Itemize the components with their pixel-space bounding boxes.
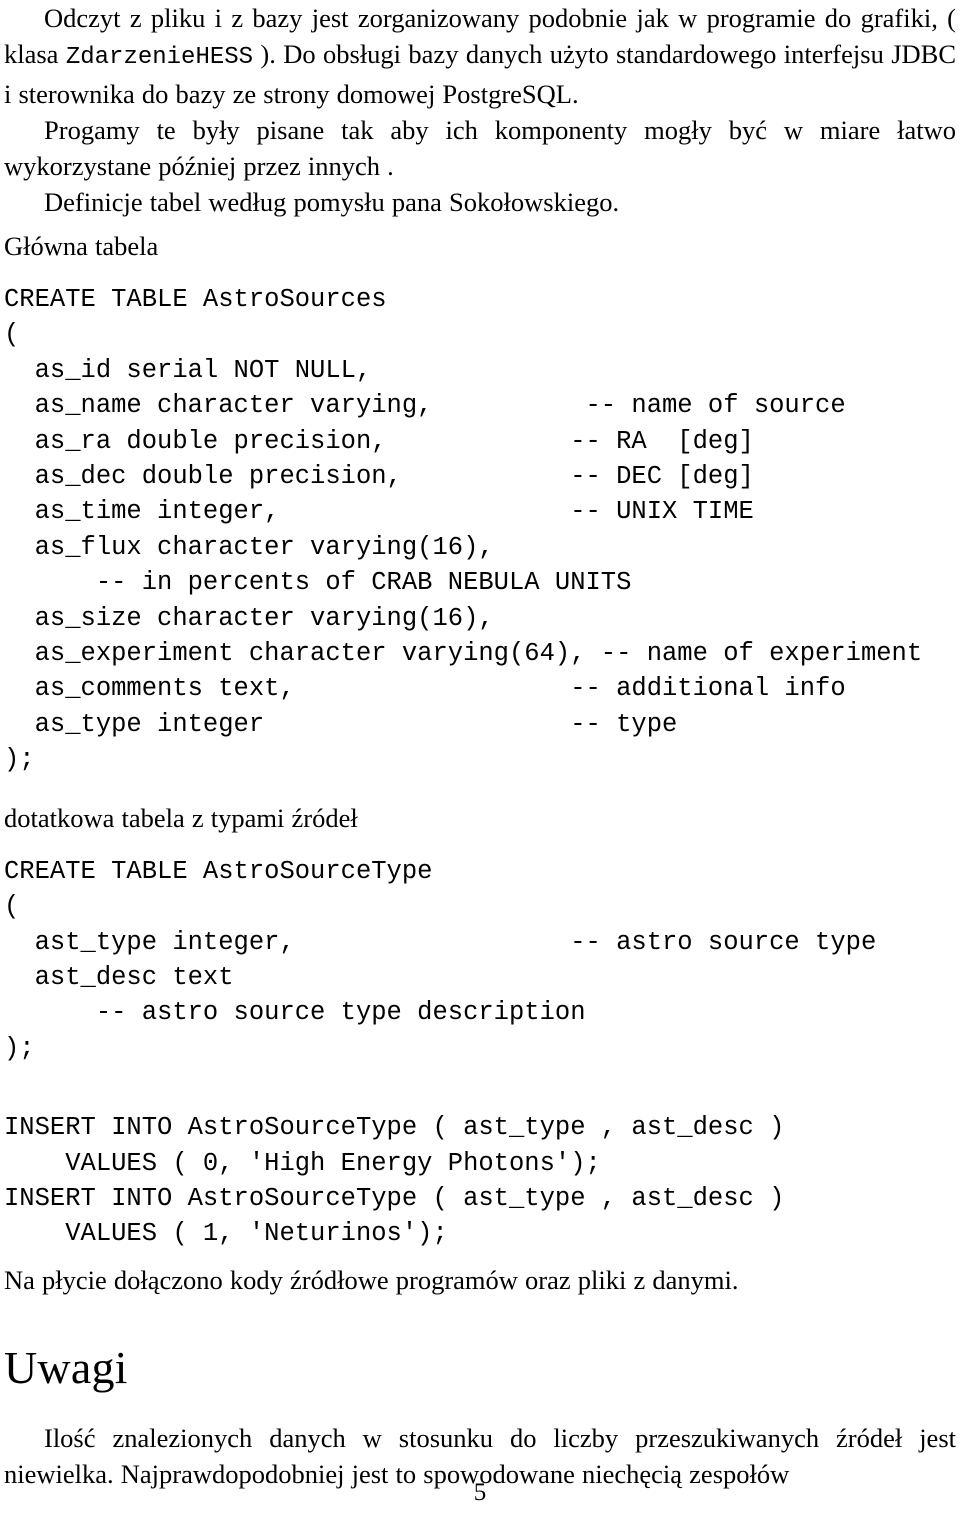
inline-class-name-code: ZdarzenieHESS (65, 44, 254, 71)
caption-main-table: Główna tabela (4, 231, 159, 261)
page-content: Odczyt z pliku i z bazy jest zorganizowa… (4, 0, 956, 1492)
code-block-create-astrosourcetype: CREATE TABLE AstroSourceType ( ast_type … (4, 856, 877, 1063)
code-block-insert-statements: INSERT INTO AstroSourceType ( ast_type ,… (4, 1113, 785, 1249)
section-heading-uwagi: Uwagi (4, 1341, 128, 1393)
code-block-create-astrosources: CREATE TABLE AstroSources ( as_id serial… (4, 285, 923, 775)
page-number: 5 (473, 1479, 487, 1506)
paragraph-intro: Odczyt z pliku i z bazy jest zorganizowa… (4, 0, 956, 112)
paragraph-source-code-note: Na płycie dołączono kody źródłowe progra… (4, 1264, 739, 1295)
paragraph-components: Progamy te były pisane tak aby ich kompo… (4, 115, 956, 181)
paragraph-table-definitions: Definicje tabel według pomysłu pana Soko… (44, 187, 620, 217)
caption-extra-table: dotatkowa tabela z typami źródeł (4, 802, 358, 833)
document-page: Odczyt z pliku i z bazy jest zorganizowa… (0, 0, 960, 1518)
